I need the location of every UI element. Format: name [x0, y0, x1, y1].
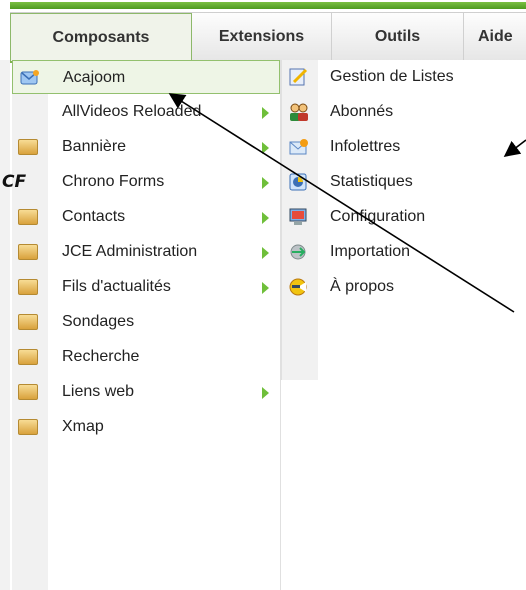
menu-item-allvideos-reloaded[interactable]: AllVideos Reloaded	[12, 95, 280, 129]
submenu-item-label: Gestion de Listes	[330, 68, 454, 85]
submenu-item-infolettres[interactable]: Infolettres	[282, 130, 526, 164]
menu-item-label: Xmap	[62, 418, 104, 435]
folder-icon	[18, 347, 40, 367]
submenu-item-label: Configuration	[330, 208, 426, 225]
menu-item-contacts[interactable]: Contacts	[12, 200, 280, 234]
subscribers-icon	[288, 102, 310, 122]
menu-item-jce-administration[interactable]: JCE Administration	[12, 235, 280, 269]
submenu-item-statistiques[interactable]: Statistiques	[282, 165, 526, 199]
newsletters-icon	[288, 137, 310, 157]
submenu-arrow-icon	[262, 282, 269, 294]
chrono-forms-icon: CF	[2, 172, 27, 192]
menu-item-label: Acajoom	[63, 69, 126, 86]
menu-item-chrono-forms[interactable]: CF Chrono Forms	[2, 165, 280, 199]
submenu-item-gestion-de-listes[interactable]: Gestion de Listes	[282, 60, 526, 94]
menu-item-fils-dactualites[interactable]: Fils d'actualités	[12, 270, 280, 304]
folder-icon	[18, 137, 40, 157]
menu-item-liens-web[interactable]: Liens web	[12, 375, 280, 409]
menu-item-label: Bannière	[62, 138, 127, 155]
menubar-composants[interactable]: Composants	[10, 13, 192, 61]
menubar-extensions[interactable]: Extensions	[192, 13, 332, 61]
folder-icon	[18, 312, 40, 332]
about-icon	[288, 277, 310, 297]
menu-item-sondages[interactable]: Sondages	[12, 305, 280, 339]
submenu-item-a-propos[interactable]: À propos	[282, 270, 526, 304]
submenu-arrow-icon	[262, 142, 269, 154]
submenu-item-configuration[interactable]: Configuration	[282, 200, 526, 234]
menu-item-label: Sondages	[62, 313, 135, 330]
folder-icon	[18, 382, 40, 402]
top-green-bar	[0, 0, 526, 9]
submenu-item-importation[interactable]: Importation	[282, 235, 526, 269]
composants-dropdown: Acajoom AllVideos Reloaded Bannière CF C…	[2, 60, 281, 590]
menu-item-xmap[interactable]: Xmap	[12, 410, 280, 444]
page-background-edge	[0, 60, 10, 590]
main-menubar: Composants Extensions Outils Aide	[10, 12, 526, 63]
statistics-icon	[288, 172, 310, 192]
submenu-item-label: Statistiques	[330, 173, 413, 190]
submenu-item-label: À propos	[330, 278, 395, 295]
submenu-item-label: Abonnés	[330, 103, 394, 120]
menu-item-label: AllVideos Reloaded	[62, 103, 202, 120]
menu-item-recherche[interactable]: Recherche	[12, 340, 280, 374]
menubar-aide[interactable]: Aide	[464, 13, 526, 61]
folder-icon	[18, 242, 40, 262]
acajoom-submenu: Gestion de Listes Abonnés Infolettres St…	[281, 60, 526, 380]
submenu-item-abonnes[interactable]: Abonnés	[282, 95, 526, 129]
configuration-icon	[288, 207, 310, 227]
folder-icon	[18, 417, 40, 437]
menu-item-label: JCE Administration	[62, 243, 198, 260]
menu-item-label: Liens web	[62, 383, 135, 400]
submenu-arrow-icon	[262, 177, 269, 189]
folder-icon	[18, 207, 40, 227]
menu-item-banniere[interactable]: Bannière	[12, 130, 280, 164]
menu-item-label: Chrono Forms	[62, 173, 165, 190]
menu-item-label: Contacts	[62, 208, 126, 225]
menubar-outils[interactable]: Outils	[332, 13, 464, 61]
menu-item-label: Fils d'actualités	[62, 278, 171, 295]
submenu-item-label: Importation	[330, 243, 411, 260]
submenu-arrow-icon	[262, 387, 269, 399]
menu-item-acajoom[interactable]: Acajoom	[12, 60, 280, 94]
submenu-item-label: Infolettres	[330, 138, 401, 155]
submenu-arrow-icon	[262, 247, 269, 259]
submenu-arrow-icon	[262, 212, 269, 224]
import-icon	[288, 242, 310, 262]
submenu-arrow-icon	[262, 107, 269, 119]
menu-item-label: Recherche	[62, 348, 140, 365]
folder-icon	[18, 277, 40, 297]
acajoom-icon	[19, 68, 41, 88]
lists-icon	[288, 67, 310, 87]
